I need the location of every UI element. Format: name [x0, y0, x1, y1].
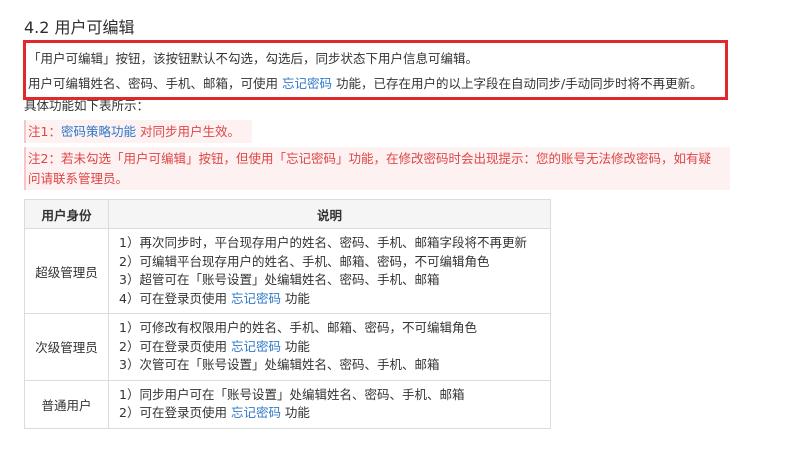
description-line: 4）可在登录页使用 忘记密码 功能	[119, 290, 550, 309]
section-title: 4.2 用户可编辑	[24, 18, 135, 37]
role-cell: 次级管理员	[24, 313, 109, 381]
table-row-regular-user: 普通用户 1）同步用户可在「账号设置」处编辑姓名、密码、手机、邮箱 2）可在登录…	[24, 379, 551, 429]
description-line: 3）次管可在「账号设置」处编辑姓名、密码、手机、邮箱	[119, 357, 440, 372]
description-line-post: 功能	[280, 290, 310, 306]
description-cell: 1）再次同步时，平台现存用户的姓名、密码、手机、邮箱字段将不再更新 2）可编辑平…	[108, 228, 551, 314]
note-1: 注1：密码策略功能 对同步用户生效。	[24, 120, 252, 143]
description-line-pre: 4）可在登录页使用	[119, 290, 231, 306]
description-line: 3）超管可在「账号设置」处编辑姓名、密码、手机、邮箱	[119, 272, 440, 287]
description-line-post: 功能	[280, 405, 310, 420]
note-2: 注2：若未勾选「用户可编辑」按钮，但使用「忘记密码」功能，在修改密码时会出现提示…	[24, 147, 730, 190]
note-1-suffix: 对同步用户生效。	[135, 124, 240, 139]
header-role: 用户身份	[24, 199, 109, 229]
table-row-sub-admin: 次级管理员 1）可修改有权限用户的姓名、手机、邮箱、密码，不可编辑角色 2）可在…	[24, 313, 551, 381]
highlight-box	[23, 40, 728, 100]
roles-table: 用户身份 说明 超级管理员 1）再次同步时，平台现存用户的姓名、密码、手机、邮箱…	[24, 199, 551, 429]
role-cell: 普通用户	[24, 379, 109, 429]
description-line: 2）可在登录页使用 忘记密码 功能	[119, 404, 550, 423]
forgot-password-link[interactable]: 忘记密码	[231, 339, 281, 354]
forgot-password-link[interactable]: 忘记密码	[231, 405, 281, 420]
description-line: 1）再次同步时，平台现存用户的姓名、密码、手机、邮箱字段将不再更新	[119, 235, 527, 250]
description-line-pre: 2）可在登录页使用	[119, 338, 231, 354]
table-header-row: 用户身份 说明	[24, 199, 551, 229]
description-cell: 1）同步用户可在「账号设置」处编辑姓名、密码、手机、邮箱 2）可在登录页使用 忘…	[108, 379, 551, 429]
forgot-password-link[interactable]: 忘记密码	[231, 291, 281, 306]
table-row-super-admin: 超级管理员 1）再次同步时，平台现存用户的姓名、密码、手机、邮箱字段将不再更新 …	[24, 228, 551, 314]
description-line-post: 功能	[280, 338, 310, 354]
description-line: 1）同步用户可在「账号设置」处编辑姓名、密码、手机、邮箱	[119, 386, 465, 402]
description-cell: 1）可修改有权限用户的姓名、手机、邮箱、密码，不可编辑角色 2）可在登录页使用 …	[108, 313, 551, 381]
description-line: 1）可修改有权限用户的姓名、手机、邮箱、密码，不可编辑角色	[119, 320, 477, 335]
description-line: 2）可编辑平台现存用户的姓名、手机、邮箱、密码，不可编辑角色	[119, 253, 490, 269]
doc-page: 4.2 用户可编辑 「用户可编辑」按钮，该按钮默认不勾选，勾选后，同步状态下用户…	[0, 0, 805, 449]
header-description: 说明	[108, 199, 551, 229]
note-1-prefix: 注1：	[28, 124, 61, 139]
password-policy-link[interactable]: 密码策略功能	[61, 124, 136, 139]
description-line-pre: 2）可在登录页使用	[119, 405, 231, 420]
role-cell: 超级管理员	[24, 228, 109, 314]
description-line: 2）可在登录页使用 忘记密码 功能	[119, 338, 550, 357]
